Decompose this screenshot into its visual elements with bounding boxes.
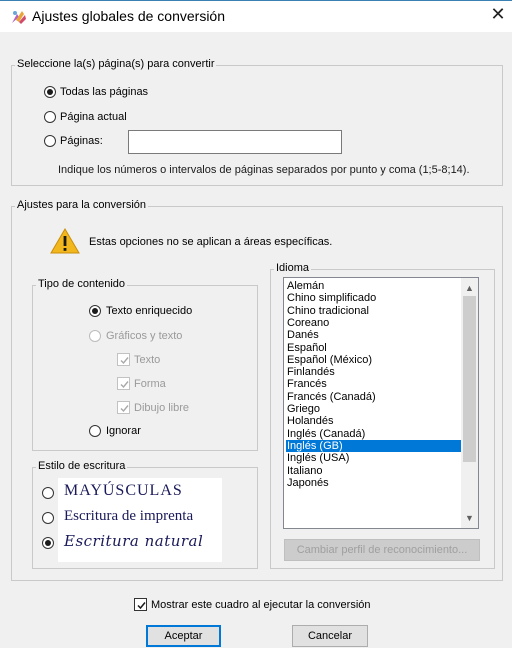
scroll-thumb[interactable] [463,296,476,462]
checkbox-shape[interactable] [117,377,130,390]
radio-all-pages[interactable] [44,86,56,98]
radio-rich-text[interactable] [89,305,101,317]
language-legend: Idioma [274,262,312,274]
radio-print[interactable] [42,512,54,524]
conversion-app-icon [10,8,28,26]
language-item[interactable]: Holandés [286,415,461,427]
language-item[interactable]: Alemán [286,280,461,292]
language-item[interactable]: Francés [286,378,461,390]
radio-rich-text-label[interactable]: Texto enriquecido [106,305,192,317]
radio-ignore[interactable] [89,425,101,437]
language-item[interactable]: Italiano [286,465,461,477]
pages-hint: Indique los números o intervalos de pági… [58,164,470,176]
warning-icon [50,228,80,254]
language-item[interactable]: Danés [286,329,461,341]
radio-all-pages-label[interactable]: Todas las páginas [60,86,148,98]
close-icon[interactable]: ✕ [484,2,512,30]
language-item[interactable]: Chino tradicional [286,305,461,317]
pages-group-legend: Seleccione la(s) página(s) para converti… [15,58,217,70]
language-item[interactable]: Finlandés [286,366,461,378]
radio-current-page-label[interactable]: Página actual [60,111,127,123]
change-profile-button[interactable]: Cambiar perfil de reconocimiento... [284,539,480,561]
radio-pages-label[interactable]: Páginas: [60,135,103,147]
title-top-border [0,0,512,1]
language-item[interactable]: Español (México) [286,354,461,366]
style-print-sample[interactable]: Escritura de imprenta [64,508,193,525]
cancel-button[interactable]: Cancelar [292,625,368,647]
content-type-legend: Tipo de contenido [36,278,128,290]
pages-input[interactable] [128,130,342,154]
writing-style-legend: Estilo de escritura [36,460,128,472]
checkbox-text[interactable] [117,353,130,366]
language-item[interactable]: Inglés (GB) [286,439,461,452]
language-item[interactable]: Inglés (Canadá) [286,428,461,440]
radio-graphics-text[interactable] [89,330,101,342]
checkbox-text-label[interactable]: Texto [134,354,160,366]
checkbox-freehand[interactable] [117,401,130,414]
window-title: Ajustes globales de conversión [32,8,226,24]
checkbox-show-dialog-label[interactable]: Mostrar este cuadro al ejecutar la conve… [151,599,371,611]
warning-text: Estas opciones no se aplican a áreas esp… [89,236,333,248]
accept-button[interactable]: Aceptar [146,625,221,647]
language-item[interactable]: Chino simplificado [286,292,461,304]
language-item[interactable]: Griego [286,403,461,415]
language-item[interactable]: Francés (Canadá) [286,391,461,403]
radio-uppercase[interactable] [42,487,54,499]
conversion-group-legend: Ajustes para la conversión [15,199,149,211]
style-uppercase-sample[interactable]: MAYÚSCULAS [64,482,183,500]
radio-graphics-text-label[interactable]: Gráficos y texto [106,330,182,342]
language-list[interactable]: Alemán Chino simplificado Chino tradiciona… [283,277,479,529]
radio-natural[interactable] [42,537,54,549]
scroll-up-icon[interactable]: ▲ [461,280,478,296]
checkbox-freehand-label[interactable]: Dibujo libre [134,402,189,414]
language-item[interactable]: Japonés [286,477,461,489]
checkbox-shape-label[interactable]: Forma [134,378,166,390]
radio-current-page[interactable] [44,111,56,123]
language-item[interactable]: Coreano [286,317,461,329]
style-natural-sample[interactable]: Escritura natural [64,532,203,550]
scroll-down-icon[interactable]: ▼ [461,510,478,526]
radio-ignore-label[interactable]: Ignorar [106,425,141,437]
language-item[interactable]: Inglés (USA) [286,452,461,464]
language-scrollbar[interactable]: ▲ ▼ [461,278,478,528]
radio-pages[interactable] [44,135,56,147]
title-bar: Ajustes globales de conversión ✕ [0,0,512,32]
checkbox-show-dialog[interactable] [134,598,147,611]
language-item[interactable]: Español [286,342,461,354]
